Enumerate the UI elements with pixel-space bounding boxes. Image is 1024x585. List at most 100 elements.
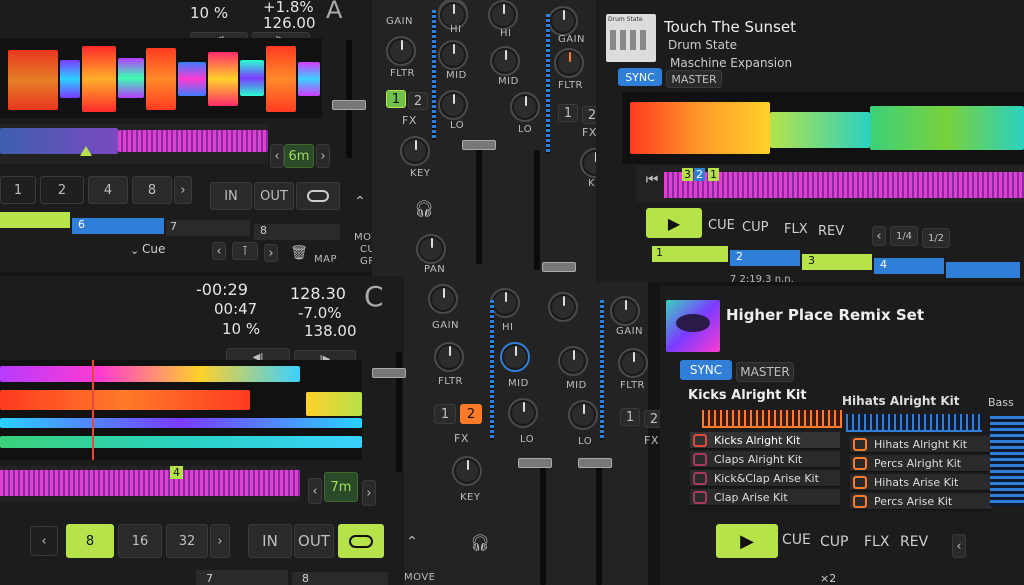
volume-fader[interactable] [578,458,612,468]
gain-knob[interactable] [428,284,458,314]
deck-d-master-button[interactable]: MASTER [736,362,794,382]
deck-b-waveform[interactable] [622,92,1024,164]
cue-segment-7[interactable] [166,220,250,236]
deck-a-waveform[interactable] [0,38,322,118]
hi-knob[interactable] [490,288,520,318]
beat-button-4[interactable]: 4 [88,176,128,204]
deck-a-tempo-fader[interactable] [332,100,366,110]
cue-menu-chevron-icon[interactable]: ⌄ [130,244,139,257]
gain-knob[interactable] [610,296,640,326]
deck-b-rev-button[interactable]: REV [818,224,844,239]
fltr-knob[interactable] [386,36,416,66]
hi-knob[interactable] [548,292,578,322]
list-item[interactable]: Kick&Clap Arise Kit [690,470,840,487]
deck-c-loop-prev-button[interactable]: ‹ [308,478,322,504]
lo-knob[interactable] [568,400,598,430]
key-knob[interactable] [400,136,430,166]
rewind-icon[interactable]: ⏮ [644,172,660,188]
cue-next-button[interactable]: › [264,244,278,262]
deck-b-cue-button[interactable]: CUE [708,218,735,233]
deck-b-master-button[interactable]: MASTER [666,70,722,88]
fx1-button[interactable]: 1 [386,90,406,108]
cue-segment-6[interactable] [72,218,164,234]
key-knob[interactable] [452,456,482,486]
deck-c-in-button[interactable]: IN [248,524,292,558]
deck-b-play-button[interactable]: ▶ [646,208,702,238]
list-item[interactable]: Hihats Arise Kit [850,474,992,491]
fx2-button[interactable]: 2 [460,404,482,424]
list-item[interactable]: Clap Arise Kit [690,489,840,506]
deck-c-loop-next-button[interactable]: › [362,480,376,506]
deck-c-out-button[interactable]: OUT [294,524,334,558]
cue-menu[interactable]: Cue [142,242,165,256]
deck-a-loop-button[interactable] [296,182,340,210]
deck-c-tempo-fader[interactable] [372,368,406,378]
lo-knob[interactable] [438,90,468,120]
hi-knob[interactable] [488,0,518,30]
list-item[interactable]: Percs Arise Kit [850,493,992,510]
fltr-knob[interactable] [618,348,648,378]
deck-c-loop-button[interactable] [338,524,384,558]
deck-d-cue-button[interactable]: CUE [782,532,811,548]
deck-d-flx-button[interactable]: FLX [864,534,889,550]
list-item[interactable]: Kicks Alright Kit [690,432,840,449]
beat-button-8[interactable]: 8 [66,524,114,558]
fx1-button[interactable]: 1 [558,104,578,122]
fx1-button[interactable]: 1 [620,408,640,426]
gain-knob[interactable] [548,6,578,36]
list-item[interactable]: Hihats Alright Kit [850,436,992,453]
deck-a-loop-next-button[interactable]: › [316,144,330,168]
chevron-up-icon[interactable]: ⌃ [352,194,368,210]
list-item[interactable]: Claps Alright Kit [690,451,840,468]
volume-fader[interactable] [518,458,552,468]
beat-button-8[interactable]: 8 [132,176,172,204]
deck-c-overview[interactable] [0,466,300,502]
mid-knob[interactable] [500,342,530,372]
pan-knob[interactable] [416,234,446,264]
beat-button-1[interactable]: 1 [0,176,36,204]
mid-knob[interactable] [558,346,588,376]
deck-d-play-button[interactable]: ▶ [716,524,778,558]
fx1-button[interactable]: 1 [434,404,456,424]
beat-next-button[interactable]: › [210,524,230,558]
list-item[interactable]: Percs Alright Kit [850,455,992,472]
cue-segment-lime[interactable] [0,212,70,228]
deck-d-cup-button[interactable]: CUP [820,534,848,550]
deck-a-loop-prev-button[interactable]: ‹ [270,144,284,168]
beat-button-2[interactable]: 2 [40,176,84,204]
mid-knob[interactable] [438,40,468,70]
volume-fader[interactable] [462,140,496,150]
deck-a-in-button[interactable]: IN [210,182,252,210]
deck-c-loop-size[interactable]: 7m [324,472,358,502]
beat-button-32[interactable]: 32 [166,524,208,558]
lo-knob[interactable] [510,92,540,122]
loop-prev-button[interactable]: ‹ [952,534,966,558]
beat-next-button[interactable]: › [174,176,192,204]
deck-b-cup-button[interactable]: CUP [742,220,768,235]
deck-a-loop-size[interactable]: 6m [284,144,314,168]
deck-c-waveform[interactable] [0,360,362,460]
deck-a-out-button[interactable]: OUT [254,182,294,210]
headphones-icon[interactable]: 🎧︎ [470,532,490,552]
deck-d-rev-button[interactable]: REV [900,534,928,550]
loop-half-button[interactable]: 1/2 [922,228,950,248]
beat-button-16[interactable]: 16 [118,524,162,558]
trash-icon[interactable]: 🗑 [290,245,308,261]
chevron-up-icon[interactable]: ⌃ [404,534,420,550]
headphones-icon[interactable]: 🎧︎ [414,198,434,218]
volume-fader[interactable] [542,262,576,272]
deck-a-overview[interactable] [0,124,268,164]
deck-b-sync-button[interactable]: SYNC [618,68,662,86]
fltr-knob[interactable] [434,342,464,372]
cue-segment-5[interactable] [946,262,1020,278]
loop-prev-button[interactable]: ‹ [872,226,886,246]
cue-segment-1[interactable] [652,246,728,262]
loop-quarter-button[interactable]: 1/4 [890,226,918,246]
lo-knob[interactable] [508,398,538,428]
deck-b-flx-button[interactable]: FLX [784,222,808,237]
fx2-button[interactable]: 2 [408,92,428,110]
cue-set-button[interactable]: ⊺ [232,242,258,260]
deck-d-sync-button[interactable]: SYNC [680,360,732,380]
mid-knob[interactable] [490,46,520,76]
fltr-knob[interactable] [554,48,584,78]
